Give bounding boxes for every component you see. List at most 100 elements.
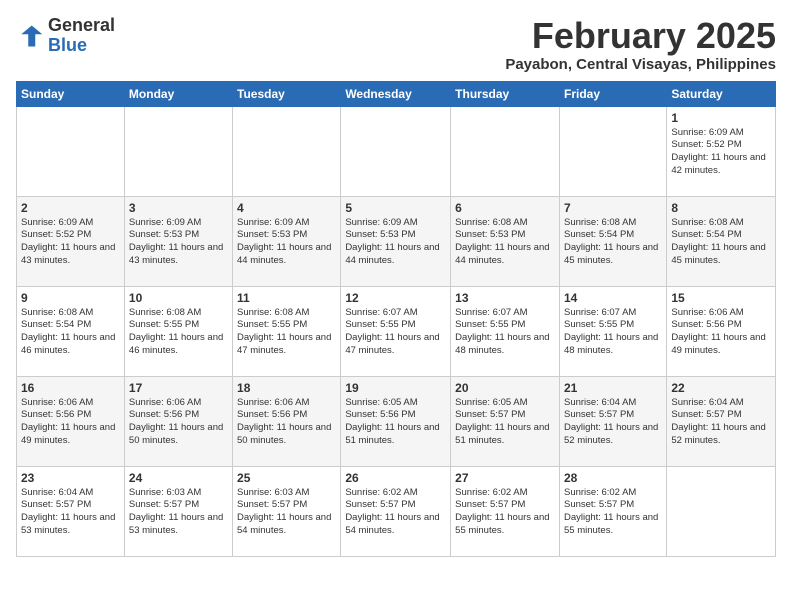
day-number: 7 <box>564 201 662 215</box>
calendar-cell: 4 Sunrise: 6:09 AM Sunset: 5:53 PM Daylig… <box>233 196 341 286</box>
weekday-header: Sunday <box>17 81 125 106</box>
calendar-cell: 2 Sunrise: 6:09 AM Sunset: 5:52 PM Daylig… <box>17 196 125 286</box>
calendar-cell <box>667 466 776 556</box>
day-number: 19 <box>345 381 446 395</box>
day-info: Sunrise: 6:06 AM Sunset: 5:56 PM Dayligh… <box>237 397 336 448</box>
calendar-cell: 24 Sunrise: 6:03 AM Sunset: 5:57 PM Dayli… <box>124 466 232 556</box>
day-number: 24 <box>129 471 228 485</box>
day-info: Sunrise: 6:08 AM Sunset: 5:54 PM Dayligh… <box>671 217 771 268</box>
calendar-cell: 8 Sunrise: 6:08 AM Sunset: 5:54 PM Daylig… <box>667 196 776 286</box>
day-number: 12 <box>345 291 446 305</box>
calendar-cell <box>233 106 341 196</box>
calendar-cell: 9 Sunrise: 6:08 AM Sunset: 5:54 PM Daylig… <box>17 286 125 376</box>
title-block: February 2025 Payabon, Central Visayas, … <box>505 16 776 73</box>
day-number: 9 <box>21 291 120 305</box>
day-number: 22 <box>671 381 771 395</box>
day-number: 3 <box>129 201 228 215</box>
weekday-header: Saturday <box>667 81 776 106</box>
calendar-week-row: 2 Sunrise: 6:09 AM Sunset: 5:52 PM Daylig… <box>17 196 776 286</box>
calendar-week-row: 16 Sunrise: 6:06 AM Sunset: 5:56 PM Dayli… <box>17 376 776 466</box>
day-info: Sunrise: 6:04 AM Sunset: 5:57 PM Dayligh… <box>564 397 662 448</box>
day-info: Sunrise: 6:06 AM Sunset: 5:56 PM Dayligh… <box>671 307 771 358</box>
day-info: Sunrise: 6:09 AM Sunset: 5:53 PM Dayligh… <box>345 217 446 268</box>
day-number: 13 <box>455 291 555 305</box>
calendar-cell <box>124 106 232 196</box>
day-info: Sunrise: 6:09 AM Sunset: 5:53 PM Dayligh… <box>129 217 228 268</box>
day-info: Sunrise: 6:02 AM Sunset: 5:57 PM Dayligh… <box>564 487 662 538</box>
page-header: General Blue February 2025 Payabon, Cent… <box>16 16 776 73</box>
day-number: 26 <box>345 471 446 485</box>
day-number: 6 <box>455 201 555 215</box>
calendar-cell: 22 Sunrise: 6:04 AM Sunset: 5:57 PM Dayli… <box>667 376 776 466</box>
day-number: 21 <box>564 381 662 395</box>
day-info: Sunrise: 6:07 AM Sunset: 5:55 PM Dayligh… <box>564 307 662 358</box>
location: Payabon, Central Visayas, Philippines <box>505 56 776 73</box>
calendar-cell: 6 Sunrise: 6:08 AM Sunset: 5:53 PM Daylig… <box>451 196 560 286</box>
calendar-cell <box>451 106 560 196</box>
weekday-header: Monday <box>124 81 232 106</box>
day-info: Sunrise: 6:07 AM Sunset: 5:55 PM Dayligh… <box>345 307 446 358</box>
day-number: 27 <box>455 471 555 485</box>
calendar-cell: 13 Sunrise: 6:07 AM Sunset: 5:55 PM Dayli… <box>451 286 560 376</box>
day-number: 16 <box>21 381 120 395</box>
calendar-week-row: 23Sunrise: 6:04 AM Sunset: 5:57 PM Dayli… <box>17 466 776 556</box>
day-number: 18 <box>237 381 336 395</box>
day-info: Sunrise: 6:09 AM Sunset: 5:53 PM Dayligh… <box>237 217 336 268</box>
calendar-cell: 28 Sunrise: 6:02 AM Sunset: 5:57 PM Dayli… <box>559 466 666 556</box>
day-info: Sunrise: 6:08 AM Sunset: 5:54 PM Dayligh… <box>21 307 120 358</box>
calendar-cell: 15 Sunrise: 6:06 AM Sunset: 5:56 PM Dayli… <box>667 286 776 376</box>
day-number: 28 <box>564 471 662 485</box>
day-info: Sunrise: 6:02 AM Sunset: 5:57 PM Dayligh… <box>345 487 446 538</box>
day-info: Sunrise: 6:09 AM Sunset: 5:52 PM Dayligh… <box>671 127 771 178</box>
day-number: 5 <box>345 201 446 215</box>
day-number: 4 <box>237 201 336 215</box>
day-number: 11 <box>237 291 336 305</box>
weekday-header: Tuesday <box>233 81 341 106</box>
calendar-cell: 16 Sunrise: 6:06 AM Sunset: 5:56 PM Dayli… <box>17 376 125 466</box>
logo-icon <box>16 22 44 50</box>
day-number: 8 <box>671 201 771 215</box>
day-info: Sunrise: 6:03 AM Sunset: 5:57 PM Dayligh… <box>237 487 336 538</box>
calendar-cell: 25 Sunrise: 6:03 AM Sunset: 5:57 PM Dayli… <box>233 466 341 556</box>
day-number: 15 <box>671 291 771 305</box>
calendar-cell: 1Sunrise: 6:09 AM Sunset: 5:52 PM Daylig… <box>667 106 776 196</box>
day-info: Sunrise: 6:04 AM Sunset: 5:57 PM Dayligh… <box>671 397 771 448</box>
calendar-cell: 18 Sunrise: 6:06 AM Sunset: 5:56 PM Dayli… <box>233 376 341 466</box>
logo: General Blue <box>16 16 115 56</box>
calendar-cell <box>341 106 451 196</box>
logo-text: General Blue <box>48 16 115 56</box>
calendar-cell: 23Sunrise: 6:04 AM Sunset: 5:57 PM Dayli… <box>17 466 125 556</box>
day-number: 17 <box>129 381 228 395</box>
day-info: Sunrise: 6:05 AM Sunset: 5:57 PM Dayligh… <box>455 397 555 448</box>
day-info: Sunrise: 6:02 AM Sunset: 5:57 PM Dayligh… <box>455 487 555 538</box>
day-info: Sunrise: 6:08 AM Sunset: 5:53 PM Dayligh… <box>455 217 555 268</box>
day-info: Sunrise: 6:07 AM Sunset: 5:55 PM Dayligh… <box>455 307 555 358</box>
day-number: 23 <box>21 471 120 485</box>
day-info: Sunrise: 6:05 AM Sunset: 5:56 PM Dayligh… <box>345 397 446 448</box>
calendar-cell: 10Sunrise: 6:08 AM Sunset: 5:55 PM Dayli… <box>124 286 232 376</box>
calendar-cell: 17Sunrise: 6:06 AM Sunset: 5:56 PM Dayli… <box>124 376 232 466</box>
day-number: 14 <box>564 291 662 305</box>
calendar: SundayMondayTuesdayWednesdayThursdayFrid… <box>16 81 776 557</box>
calendar-cell: 21 Sunrise: 6:04 AM Sunset: 5:57 PM Dayli… <box>559 376 666 466</box>
day-info: Sunrise: 6:09 AM Sunset: 5:52 PM Dayligh… <box>21 217 120 268</box>
calendar-cell: 19 Sunrise: 6:05 AM Sunset: 5:56 PM Dayli… <box>341 376 451 466</box>
day-number: 2 <box>21 201 120 215</box>
weekday-header: Thursday <box>451 81 560 106</box>
day-info: Sunrise: 6:06 AM Sunset: 5:56 PM Dayligh… <box>21 397 120 448</box>
calendar-cell: 20Sunrise: 6:05 AM Sunset: 5:57 PM Dayli… <box>451 376 560 466</box>
calendar-cell: 12 Sunrise: 6:07 AM Sunset: 5:55 PM Dayli… <box>341 286 451 376</box>
calendar-cell: 27 Sunrise: 6:02 AM Sunset: 5:57 PM Dayli… <box>451 466 560 556</box>
calendar-cell: 7Sunrise: 6:08 AM Sunset: 5:54 PM Daylig… <box>559 196 666 286</box>
day-number: 25 <box>237 471 336 485</box>
calendar-cell: 11Sunrise: 6:08 AM Sunset: 5:55 PM Dayli… <box>233 286 341 376</box>
calendar-cell: 14 Sunrise: 6:07 AM Sunset: 5:55 PM Dayli… <box>559 286 666 376</box>
calendar-cell <box>559 106 666 196</box>
weekday-header: Friday <box>559 81 666 106</box>
day-info: Sunrise: 6:03 AM Sunset: 5:57 PM Dayligh… <box>129 487 228 538</box>
calendar-cell <box>17 106 125 196</box>
weekday-header-row: SundayMondayTuesdayWednesdayThursdayFrid… <box>17 81 776 106</box>
month-title: February 2025 <box>505 16 776 56</box>
calendar-cell: 5 Sunrise: 6:09 AM Sunset: 5:53 PM Daylig… <box>341 196 451 286</box>
day-info: Sunrise: 6:08 AM Sunset: 5:55 PM Dayligh… <box>129 307 228 358</box>
